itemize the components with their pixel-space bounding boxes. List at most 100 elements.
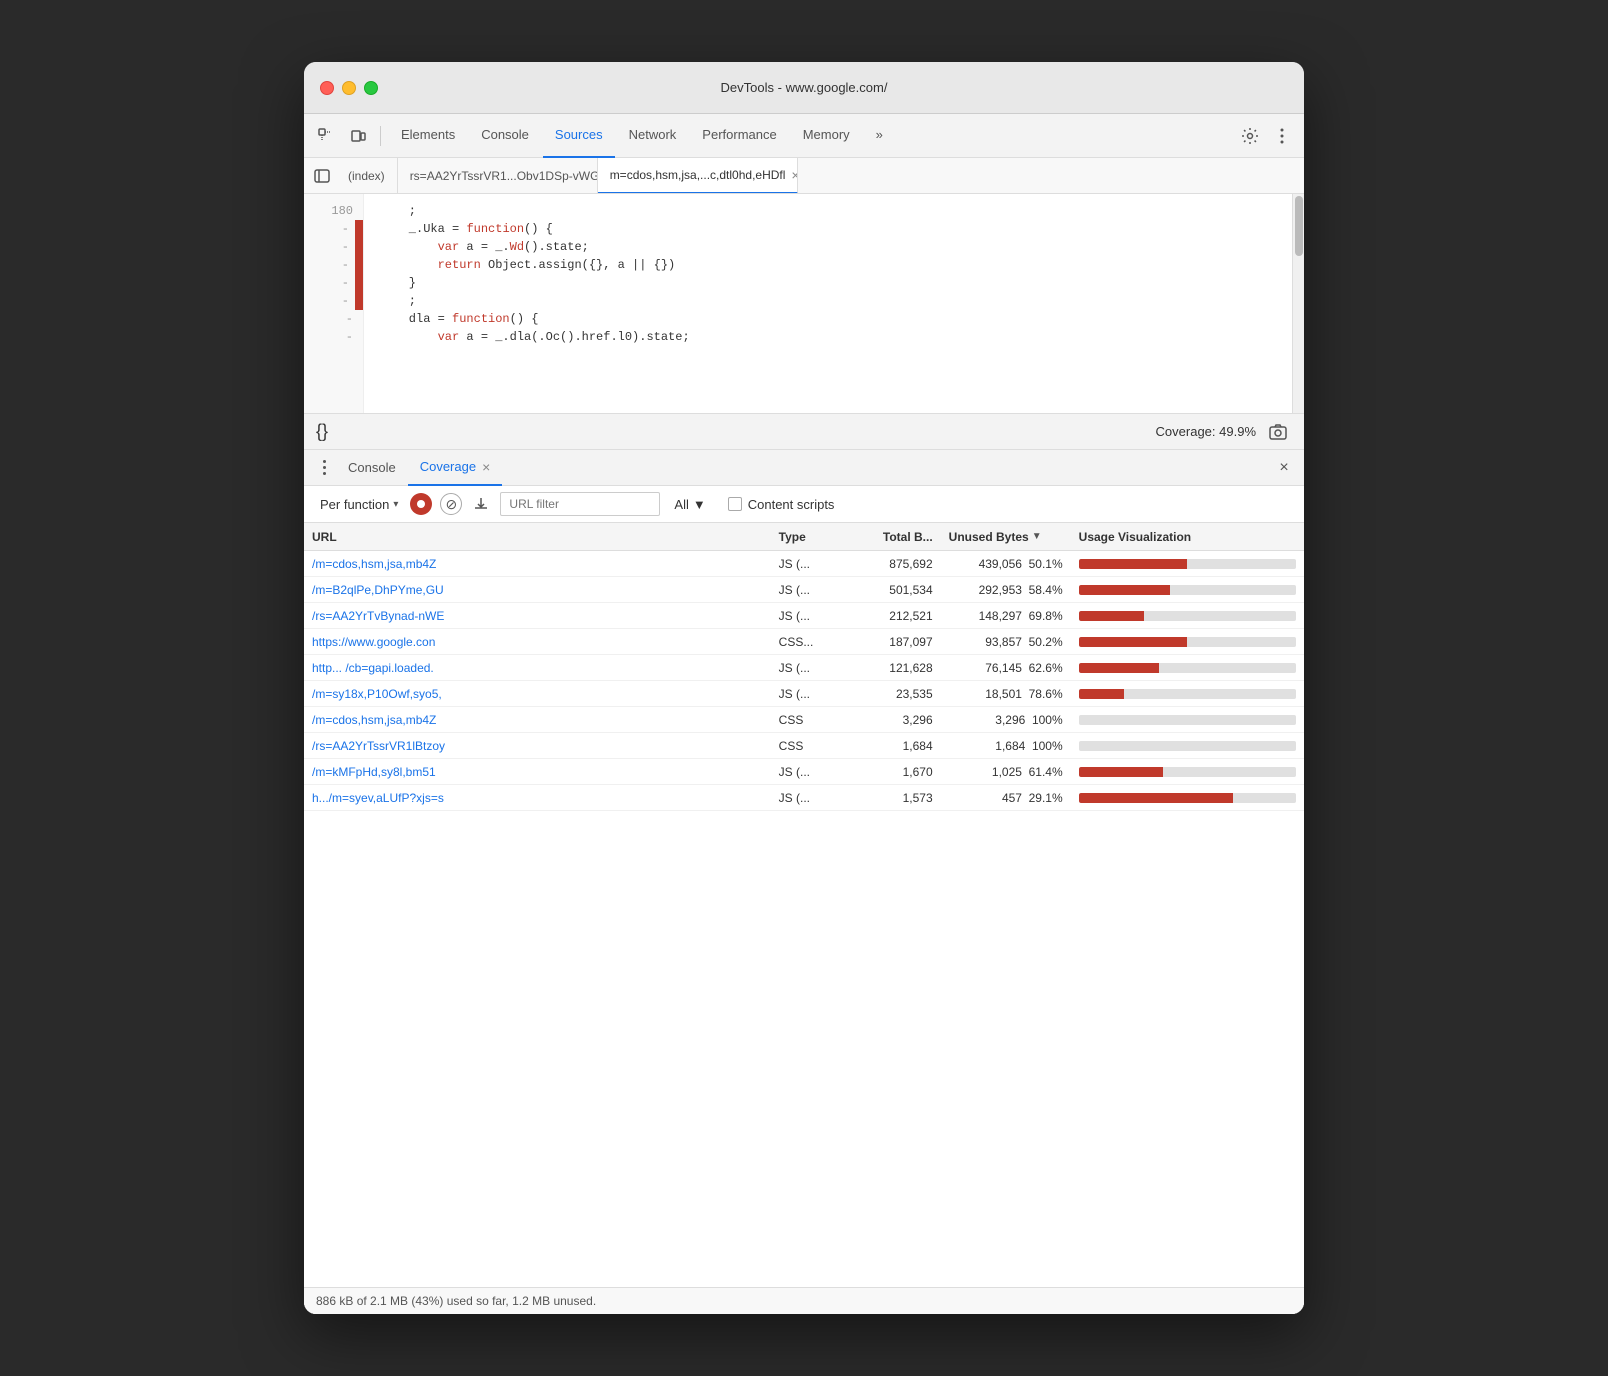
- coverage-marker: [355, 238, 363, 256]
- url-filter-input[interactable]: [500, 492, 660, 516]
- td-type: JS (...: [771, 661, 851, 675]
- td-total-bytes: 1,573: [851, 791, 941, 805]
- per-function-button[interactable]: Per function ▾: [316, 495, 402, 514]
- tab-sources[interactable]: Sources: [543, 114, 615, 158]
- window-title: DevTools - www.google.com/: [721, 80, 888, 95]
- table-row[interactable]: /m=cdos,hsm,jsa,mb4Z CSS 3,296 3,296 100…: [304, 707, 1304, 733]
- file-tab-rs[interactable]: rs=AA2YrTssrVR1...Obv1DSp-vWG36A: [398, 158, 598, 194]
- panel-toggle-button[interactable]: [308, 162, 336, 190]
- content-scripts-checkbox[interactable]: [728, 497, 742, 511]
- tab-more[interactable]: »: [864, 114, 895, 158]
- tab-elements[interactable]: Elements: [389, 114, 467, 158]
- inspect-element-button[interactable]: [312, 122, 340, 150]
- clear-button[interactable]: ⊘: [440, 493, 462, 515]
- th-total-bytes[interactable]: Total B...: [851, 530, 941, 544]
- td-url[interactable]: https://www.google.con: [304, 635, 771, 649]
- usage-bar-used: [1079, 637, 1188, 647]
- panel-tab-close-icon[interactable]: ×: [482, 459, 490, 475]
- code-line-5: }: [380, 274, 1292, 292]
- th-unused-bytes[interactable]: Unused Bytes ▼: [941, 530, 1071, 544]
- line-num-180: 180: [304, 202, 363, 220]
- download-button[interactable]: [470, 493, 492, 515]
- td-type: JS (...: [771, 609, 851, 623]
- top-toolbar: Elements Console Sources Network Perform…: [304, 114, 1304, 158]
- record-button[interactable]: [410, 493, 432, 515]
- settings-button[interactable]: [1236, 122, 1264, 150]
- devtools-container: Elements Console Sources Network Perform…: [304, 114, 1304, 1314]
- td-unused-bytes: 76,145 62.6%: [941, 661, 1071, 675]
- tab-performance[interactable]: Performance: [690, 114, 788, 158]
- toolbar-right: [1236, 122, 1296, 150]
- table-row[interactable]: /rs=AA2YrTvBynad-nWE JS (... 212,521 148…: [304, 603, 1304, 629]
- th-type[interactable]: Type: [771, 530, 851, 544]
- vertical-scrollbar[interactable]: [1292, 194, 1304, 413]
- menu-dot: [323, 466, 326, 469]
- filter-dropdown-button[interactable]: All ▼: [668, 495, 711, 514]
- td-total-bytes: 501,534: [851, 583, 941, 597]
- usage-bar-bg: [1079, 715, 1296, 725]
- table-row[interactable]: http... /cb=gapi.loaded. JS (... 121,628…: [304, 655, 1304, 681]
- capture-screenshot-button[interactable]: [1264, 418, 1292, 446]
- td-type: CSS: [771, 739, 851, 753]
- usage-bar-used: [1079, 611, 1144, 621]
- table-row[interactable]: https://www.google.con CSS... 187,097 93…: [304, 629, 1304, 655]
- th-url[interactable]: URL: [304, 530, 771, 544]
- traffic-lights: [320, 81, 378, 95]
- line-numbers: 180 - - - - - - -: [304, 194, 364, 413]
- panel-menu-button[interactable]: [312, 456, 336, 480]
- table-row[interactable]: /m=cdos,hsm,jsa,mb4Z JS (... 875,692 439…: [304, 551, 1304, 577]
- table-row[interactable]: h.../m=syev,aLUfP?xjs=s JS (... 1,573 45…: [304, 785, 1304, 811]
- td-unused-bytes: 148,297 69.8%: [941, 609, 1071, 623]
- table-row[interactable]: /rs=AA2YrTssrVR1lBtzoy CSS 1,684 1,684 1…: [304, 733, 1304, 759]
- maximize-button[interactable]: [364, 81, 378, 95]
- usage-bar-bg: [1079, 585, 1296, 595]
- content-scripts-checkbox-label[interactable]: Content scripts: [728, 497, 835, 512]
- panel-close-button[interactable]: ×: [1272, 456, 1296, 480]
- th-usage-vis[interactable]: Usage Visualization: [1071, 530, 1304, 544]
- table-header: URL Type Total B... Unused Bytes ▼ Usage…: [304, 523, 1304, 551]
- more-options-button[interactable]: [1268, 122, 1296, 150]
- code-line-8: var a = _.dla(.Oc().href.l0).state;: [380, 328, 1292, 346]
- record-icon: [417, 500, 425, 508]
- td-url[interactable]: /m=kMFpHd,sy8l,bm51: [304, 765, 771, 779]
- scroll-thumb[interactable]: [1295, 196, 1303, 256]
- file-tab-index[interactable]: (index): [336, 158, 398, 194]
- code-editor: 180 - - - - - - -: [304, 194, 1304, 414]
- format-button[interactable]: {}: [316, 421, 328, 442]
- td-unused-bytes: 93,857 50.2%: [941, 635, 1071, 649]
- tab-memory[interactable]: Memory: [791, 114, 862, 158]
- td-url[interactable]: h.../m=syev,aLUfP?xjs=s: [304, 791, 771, 805]
- minimize-button[interactable]: [342, 81, 356, 95]
- table-row[interactable]: /m=sy18x,P10Owf,syo5, JS (... 23,535 18,…: [304, 681, 1304, 707]
- usage-bar-bg: [1079, 611, 1296, 621]
- file-tab-m[interactable]: m=cdos,hsm,jsa,...c,dtl0hd,eHDfl ×: [598, 158, 798, 194]
- close-button[interactable]: [320, 81, 334, 95]
- td-unused-bytes: 3,296 100%: [941, 713, 1071, 727]
- td-url[interactable]: /m=B2qlPe,DhPYme,GU: [304, 583, 771, 597]
- bottom-status-bar: 886 kB of 2.1 MB (43%) used so far, 1.2 …: [304, 1287, 1304, 1314]
- panel-tab-console[interactable]: Console: [336, 450, 408, 486]
- usage-bar-used: [1079, 793, 1233, 803]
- td-url[interactable]: /m=sy18x,P10Owf,syo5,: [304, 687, 771, 701]
- table-row[interactable]: /m=B2qlPe,DhPYme,GU JS (... 501,534 292,…: [304, 577, 1304, 603]
- device-toolbar-button[interactable]: [344, 122, 372, 150]
- tab-console[interactable]: Console: [469, 114, 541, 158]
- td-unused-bytes: 439,056 50.1%: [941, 557, 1071, 571]
- td-url[interactable]: /rs=AA2YrTssrVR1lBtzoy: [304, 739, 771, 753]
- usage-bar-bg: [1079, 637, 1296, 647]
- code-line-2: _.Uka = function() {: [380, 220, 1292, 238]
- td-url[interactable]: /m=cdos,hsm,jsa,mb4Z: [304, 557, 771, 571]
- usage-bar-bg: [1079, 793, 1296, 803]
- file-tab-close-icon[interactable]: ×: [791, 168, 797, 182]
- line-num-7: -: [304, 328, 363, 346]
- td-url[interactable]: http... /cb=gapi.loaded.: [304, 661, 771, 675]
- table-row[interactable]: /m=kMFpHd,sy8l,bm51 JS (... 1,670 1,025 …: [304, 759, 1304, 785]
- tab-network[interactable]: Network: [617, 114, 689, 158]
- status-text: 886 kB of 2.1 MB (43%) used so far, 1.2 …: [316, 1294, 596, 1308]
- panel-tab-coverage[interactable]: Coverage ×: [408, 450, 503, 486]
- td-url[interactable]: /rs=AA2YrTvBynad-nWE: [304, 609, 771, 623]
- td-total-bytes: 121,628: [851, 661, 941, 675]
- table-body: /m=cdos,hsm,jsa,mb4Z JS (... 875,692 439…: [304, 551, 1304, 811]
- td-url[interactable]: /m=cdos,hsm,jsa,mb4Z: [304, 713, 771, 727]
- td-total-bytes: 212,521: [851, 609, 941, 623]
